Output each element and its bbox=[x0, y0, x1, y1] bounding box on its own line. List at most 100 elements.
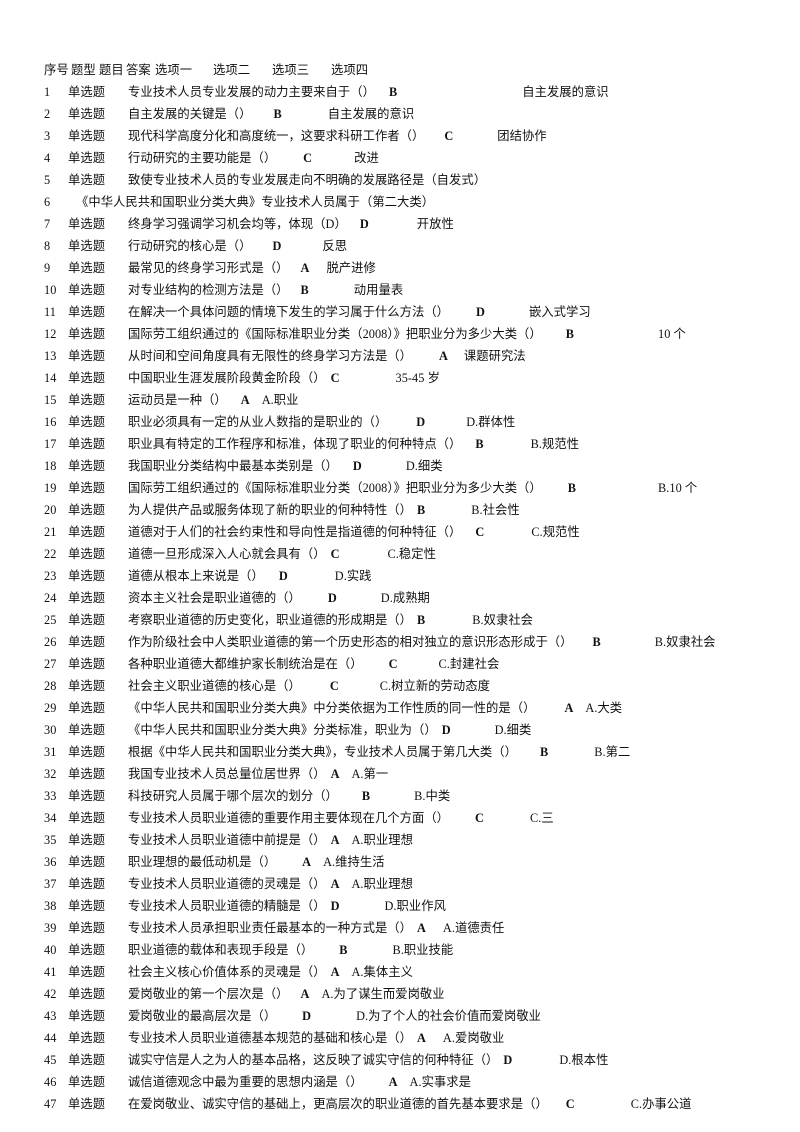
cell-question-text: 根据《中华人民共和国职业分类大典》，专业技术人员属于第几大类（） bbox=[128, 745, 517, 759]
cell-question-text: 对专业结构的检测方法是（） bbox=[128, 283, 289, 297]
cell-question-text: 道德从根本上来说是（） bbox=[128, 569, 264, 583]
cell-question-type: 单选题 bbox=[68, 85, 106, 99]
cell-answer: B bbox=[592, 635, 601, 649]
cell-option: A.爱岗敬业 bbox=[442, 1031, 505, 1045]
table-row: 40 单选题 职业道德的载体和表现手段是（） B B.职业技能 bbox=[44, 939, 792, 961]
cell-question-type: 单选题 bbox=[68, 899, 106, 913]
cell-seq: 28 bbox=[44, 679, 57, 693]
cell-option: A.第一 bbox=[351, 767, 389, 781]
cell-question-text: 行动研究的主要功能是（） bbox=[128, 151, 277, 165]
cell-answer: D bbox=[272, 239, 282, 253]
table-row: 16 单选题 职业必须具有一定的从业人数指的是职业的（） D D.群体性 bbox=[44, 411, 792, 433]
cell-option: D.为了个人的社会价值而爱岗敬业 bbox=[356, 1009, 542, 1023]
cell-question-type: 单选题 bbox=[68, 745, 106, 759]
cell-seq: 21 bbox=[44, 525, 57, 539]
cell-seq: 18 bbox=[44, 459, 57, 473]
cell-question-text: 专业技术人员职业道德中前提是（） bbox=[128, 833, 326, 847]
cell-answer: D bbox=[359, 217, 369, 231]
cell-seq: 15 bbox=[44, 393, 57, 407]
table-row: 9 单选题 最常见的终身学习形式是（） A 脱产进修 bbox=[44, 257, 792, 279]
cell-question-text: 国际劳工组织通过的《国际标准职业分类（2008）》把职业分为多少大类（） bbox=[128, 481, 542, 495]
table-row: 5 单选题 致使专业技术人员的专业发展走向不明确的发展路径是（自发式） bbox=[44, 169, 792, 191]
cell-question-type: 单选题 bbox=[68, 239, 106, 253]
cell-option: B.第二 bbox=[594, 745, 631, 759]
table-row: 41 单选题 社会主义核心价值体系的灵魂是（） A A.集体主义 bbox=[44, 961, 792, 983]
cell-seq: 26 bbox=[44, 635, 57, 649]
cell-seq: 25 bbox=[44, 613, 57, 627]
cell-question-text: 专业技术人员职业道德基本规范的基础和核心是（） bbox=[128, 1031, 412, 1045]
cell-seq: 35 bbox=[44, 833, 57, 847]
cell-option: D.根本性 bbox=[559, 1053, 609, 1067]
column-header-type: 题型 bbox=[71, 63, 96, 77]
cell-question-type: 单选题 bbox=[68, 1053, 106, 1067]
cell-seq: 2 bbox=[44, 107, 51, 121]
table-row: 23 单选题 道德从根本上来说是（） D D.实践 bbox=[44, 565, 792, 587]
cell-seq: 24 bbox=[44, 591, 57, 605]
cell-option: 反思 bbox=[322, 239, 348, 253]
cell-question-text: 专业技术人员职业道德的灵魂是（） bbox=[128, 877, 326, 891]
table-row: 42 单选题 爱岗敬业的第一个层次是（） A A.为了谋生而爱岗敬业 bbox=[44, 983, 792, 1005]
cell-option: D.细类 bbox=[405, 459, 443, 473]
cell-option: A.职业理想 bbox=[351, 833, 413, 847]
cell-question-text: 从时间和空间角度具有无限性的终身学习方法是（） bbox=[128, 349, 412, 363]
cell-question-type: 单选题 bbox=[68, 503, 106, 517]
cell-option: 开放性 bbox=[416, 217, 454, 231]
table-row: 10 单选题 对专业结构的检测方法是（） B 动用量表 bbox=[44, 279, 792, 301]
cell-question-type: 单选题 bbox=[68, 569, 106, 583]
cell-answer: B bbox=[416, 503, 426, 517]
cell-question-text: 职业理想的最低动机是（） bbox=[128, 855, 277, 869]
cell-answer: A bbox=[416, 921, 426, 935]
cell-question-text: 社会主义职业道德的核心是（） bbox=[128, 679, 301, 693]
cell-option: B.职业技能 bbox=[392, 943, 454, 957]
cell-question-type: 单选题 bbox=[68, 305, 106, 319]
cell-question-text: 行动研究的核心是（） bbox=[128, 239, 252, 253]
cell-question-type: 单选题 bbox=[68, 701, 106, 715]
table-row: 8 单选题 行动研究的核心是（） D 反思 bbox=[44, 235, 792, 257]
cell-seq: 43 bbox=[44, 1009, 57, 1023]
cell-option: A.集体主义 bbox=[351, 965, 413, 979]
cell-question-type: 单选题 bbox=[68, 723, 106, 737]
table-row: 46 单选题 诚信道德观念中最为重要的思想内涵是（） A A.实事求是 bbox=[44, 1071, 792, 1093]
cell-seq: 33 bbox=[44, 789, 57, 803]
table-row: 27 单选题 各种职业道德大都维护家长制统治是在（） C C.封建社会 bbox=[44, 653, 792, 675]
cell-question-text: 职业必须具有一定的从业人数指的是职业的（） bbox=[128, 415, 388, 429]
cell-option: 嵌入式学习 bbox=[528, 305, 591, 319]
cell-question-text: 社会主义核心价值体系的灵魂是（） bbox=[128, 965, 326, 979]
cell-seq: 5 bbox=[44, 173, 51, 187]
cell-seq: 34 bbox=[44, 811, 57, 825]
cell-option: 自主发展的意识 bbox=[522, 85, 609, 99]
cell-question-type: 单选题 bbox=[68, 1075, 106, 1089]
table-row: 47 单选题 在爱岗敬业、诚实守信的基础上，更高层次的职业道德的首先基本要求是（） C… bbox=[44, 1093, 792, 1115]
cell-question-type: 单选题 bbox=[68, 855, 106, 869]
table-row: 13 单选题 从时间和空间角度具有无限性的终身学习方法是（） A 课题研究法 bbox=[44, 345, 792, 367]
table-row: 22 单选题 道德一旦形成深入人心就会具有（） C C.稳定性 bbox=[44, 543, 792, 565]
cell-answer: A bbox=[240, 393, 250, 407]
cell-seq: 38 bbox=[44, 899, 57, 913]
cell-question-text: 中国职业生涯发展阶段黄金阶段（） bbox=[128, 371, 326, 385]
cell-answer: B bbox=[361, 789, 371, 803]
cell-option: B.10 个 bbox=[658, 481, 698, 495]
cell-question-type: 单选题 bbox=[68, 921, 106, 935]
cell-question-text: 道德一旦形成深入人心就会具有（） bbox=[128, 547, 326, 561]
cell-answer: A bbox=[330, 767, 340, 781]
table-row: 17 单选题 职业具有特定的工作程序和标准，体现了职业的何种特点（） B B.规范性 bbox=[44, 433, 792, 455]
cell-question-text: 诚实守信是人之为人的基本品格，这反映了诚实守信的何种特征（） bbox=[128, 1053, 499, 1067]
cell-question-text: 专业技术人员承担职业责任最基本的一种方式是（） bbox=[128, 921, 412, 935]
cell-seq: 4 bbox=[44, 151, 51, 165]
cell-seq: 7 bbox=[44, 217, 51, 231]
cell-answer: A bbox=[438, 349, 448, 363]
cell-seq: 41 bbox=[44, 965, 57, 979]
column-header-option1: 选项一 bbox=[155, 63, 193, 77]
cell-seq: 36 bbox=[44, 855, 57, 869]
cell-answer: D bbox=[302, 1009, 312, 1023]
cell-question-type: 单选题 bbox=[68, 613, 106, 627]
cell-question-text: 职业具有特定的工作程序和标准，体现了职业的何种特点（） bbox=[128, 437, 462, 451]
table-row: 32 单选题 我国专业技术人员总量位居世界（） A A.第一 bbox=[44, 763, 792, 785]
table-row: 6 《中华人民共和国职业分类大典》专业技术人员属于（第二大类） bbox=[44, 191, 792, 213]
cell-option: 改进 bbox=[354, 151, 379, 165]
cell-seq: 19 bbox=[44, 481, 57, 495]
cell-seq: 17 bbox=[44, 437, 57, 451]
cell-answer: D bbox=[278, 569, 288, 583]
table-row: 2 单选题 自主发展的关键是（） B 自主发展的意识 bbox=[44, 103, 792, 125]
cell-answer: D bbox=[352, 459, 362, 473]
